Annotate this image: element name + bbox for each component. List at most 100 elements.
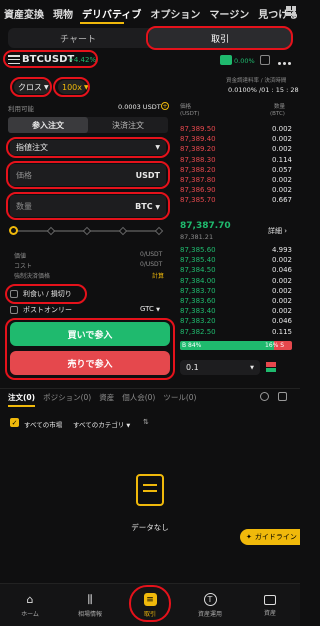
nav-item-derivatives[interactable]: デリバティブ bbox=[82, 6, 141, 21]
all-markets-checkbox[interactable]: ✓ bbox=[10, 418, 19, 427]
mark-price: 87,381.21 bbox=[180, 233, 214, 241]
bid-row[interactable]: 87,384.00 0.002 bbox=[180, 277, 292, 287]
chevron-down-icon: ▼ bbox=[156, 307, 161, 313]
bottom-nav-markets[interactable]: ⫼ 相場情報 bbox=[60, 584, 120, 626]
tick-size-label: 0.1 bbox=[186, 363, 199, 372]
ask-row[interactable]: 87,389.40 0.002 bbox=[180, 135, 292, 145]
ask-row[interactable]: 87,389.50 0.002 bbox=[180, 125, 292, 135]
slider-step-100[interactable] bbox=[154, 226, 164, 236]
liquidation-value[interactable]: 計算 bbox=[152, 271, 164, 280]
chevron-down-icon: ▼ bbox=[126, 423, 131, 429]
bid-qty: 0.046 bbox=[271, 266, 292, 275]
more-icon[interactable] bbox=[277, 58, 292, 67]
bid-row[interactable]: 87,385.60 4.993 bbox=[180, 246, 292, 256]
funding-rate-icon bbox=[220, 55, 232, 65]
nav-item-options[interactable]: オプション bbox=[150, 6, 200, 21]
orderbook-layout-icon[interactable] bbox=[266, 362, 276, 372]
bid-row[interactable]: 87,383.70 0.002 bbox=[180, 287, 292, 297]
bid-price: 87,383.20 bbox=[180, 317, 216, 326]
tab-close-order[interactable]: 決済注文 bbox=[88, 117, 168, 133]
bottom-nav-earn[interactable]: T 資産運用 bbox=[180, 584, 240, 626]
settings-icon[interactable] bbox=[260, 392, 269, 401]
bottom-nav-assets[interactable]: 資産 bbox=[240, 584, 300, 626]
bid-row[interactable]: 87,383.20 0.046 bbox=[180, 317, 292, 327]
bid-price: 87,383.60 bbox=[180, 297, 216, 305]
chevron-down-icon: ▼ bbox=[250, 364, 254, 371]
ask-price: 87,387.80 bbox=[180, 176, 216, 184]
ask-row[interactable]: 87,389.20 0.002 bbox=[180, 145, 292, 155]
bid-price: 87,385.40 bbox=[180, 256, 216, 265]
quantity-slider-handle[interactable] bbox=[9, 226, 18, 235]
category-select[interactable]: すべてのカテゴリ ▼ bbox=[73, 419, 130, 429]
top-nav: 資産変換 現物 デリバティブ オプション マージン 見つける bbox=[0, 0, 300, 26]
slider-step-50[interactable] bbox=[82, 226, 92, 236]
category-label: すべてのカテゴリ bbox=[73, 421, 125, 429]
ask-price: 87,389.50 bbox=[180, 125, 216, 133]
wallet-icon bbox=[264, 594, 276, 605]
guide-icon: ✦ bbox=[246, 533, 252, 541]
tick-size-select[interactable]: 0.1 ▼ bbox=[180, 360, 260, 375]
sort-icon[interactable]: ⇅ bbox=[143, 418, 149, 426]
bid-row[interactable]: 87,385.40 0.002 bbox=[180, 256, 292, 266]
highlight-symbol bbox=[3, 50, 98, 68]
nav-item-convert[interactable]: 資産変換 bbox=[4, 6, 44, 21]
tab-chart[interactable]: チャート bbox=[8, 28, 148, 48]
slider-step-75[interactable] bbox=[118, 226, 128, 236]
ask-price: 87,389.40 bbox=[180, 135, 216, 144]
ask-qty: 0.002 bbox=[271, 135, 292, 144]
bid-price: 87,385.60 bbox=[180, 246, 216, 254]
bottom-nav-home[interactable]: ⌂ ホーム bbox=[0, 584, 60, 626]
bid-qty: 0.002 bbox=[271, 307, 292, 316]
bid-qty: 0.046 bbox=[271, 317, 292, 326]
earn-icon: T bbox=[203, 593, 217, 606]
bid-qty: 0.002 bbox=[271, 297, 292, 305]
tab-orders[interactable]: 注文(0) bbox=[8, 392, 36, 407]
orderbook-price-header: 価格 (USDT) bbox=[180, 104, 200, 117]
liquidation-label: 強制決済価格 bbox=[14, 273, 51, 280]
time-in-force-select[interactable]: GTC ▼ bbox=[140, 305, 160, 313]
postonly-option[interactable]: ポストオンリー bbox=[10, 305, 72, 315]
tab-personal[interactable]: 個人会(0) bbox=[122, 392, 155, 407]
ask-qty: 0.002 bbox=[271, 145, 292, 154]
detail-link[interactable]: 詳細 › bbox=[268, 226, 287, 236]
postonly-label: ポストオンリー bbox=[23, 306, 72, 314]
slider-step-25[interactable] bbox=[46, 226, 56, 236]
all-markets-label: すべての市場 bbox=[24, 421, 63, 429]
funding-rate-value: 0.00% bbox=[234, 57, 255, 65]
bid-row[interactable]: 87,383.60 0.002 bbox=[180, 297, 292, 307]
highlight-leverage bbox=[53, 77, 90, 97]
bid-row[interactable]: 87,383.40 0.002 bbox=[180, 307, 292, 317]
candlestick-icon: ⫼ bbox=[87, 592, 93, 606]
grid-icon[interactable] bbox=[286, 6, 296, 16]
history-icon[interactable] bbox=[278, 392, 287, 401]
ask-row[interactable]: 87,388.30 0.114 bbox=[180, 156, 292, 166]
ask-price: 87,385.70 bbox=[180, 196, 216, 205]
bid-row[interactable]: 87,384.50 0.046 bbox=[180, 266, 292, 276]
last-price: 87,387.70 bbox=[180, 221, 231, 231]
ask-row[interactable]: 87,387.80 0.002 bbox=[180, 176, 292, 186]
tab-positions[interactable]: ポジション(0) bbox=[43, 392, 91, 407]
home-icon: ⌂ bbox=[26, 593, 34, 606]
ask-qty: 0.002 bbox=[271, 125, 292, 133]
ask-row[interactable]: 87,388.20 0.057 bbox=[180, 166, 292, 176]
ask-row[interactable]: 87,385.70 0.667 bbox=[180, 196, 292, 206]
bid-price: 87,384.50 bbox=[180, 266, 216, 275]
tab-open-order[interactable]: 参入注文 bbox=[8, 117, 88, 133]
nav-item-margin[interactable]: マージン bbox=[209, 6, 249, 21]
guide-button[interactable]: ✦ ガイドライン bbox=[240, 529, 300, 545]
bid-price: 87,383.70 bbox=[180, 286, 216, 295]
tab-tools[interactable]: ツール(0) bbox=[163, 392, 196, 407]
highlight-quantity bbox=[6, 192, 170, 220]
ask-row[interactable]: 87,386.90 0.002 bbox=[180, 186, 292, 196]
nav-active-underline bbox=[80, 22, 124, 24]
value-amount: 0/USDT bbox=[140, 251, 163, 258]
available-value: 0.0003 USDT bbox=[118, 103, 161, 111]
sell-ratio-label: 16% S bbox=[265, 342, 285, 349]
highlight-margin-mode bbox=[10, 77, 52, 97]
nav-item-spot[interactable]: 現物 bbox=[53, 6, 73, 21]
tab-assets[interactable]: 資産 bbox=[99, 392, 114, 407]
calculator-icon[interactable] bbox=[260, 55, 270, 65]
bid-row[interactable]: 87,382.50 0.115 bbox=[180, 328, 292, 338]
transfer-icon[interactable]: + bbox=[161, 102, 169, 110]
postonly-checkbox[interactable] bbox=[10, 306, 18, 314]
